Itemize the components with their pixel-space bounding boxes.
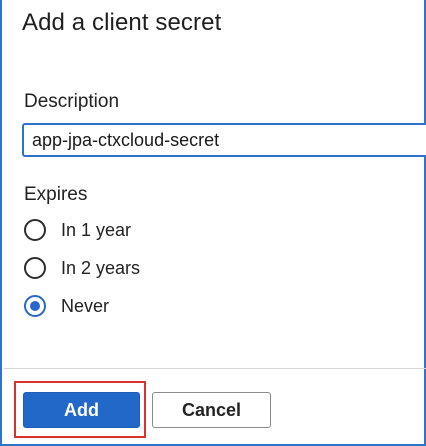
expires-option-1-year[interactable]: In 1 year xyxy=(24,217,131,243)
radio-label: In 1 year xyxy=(61,219,132,240)
footer-divider xyxy=(4,368,426,369)
radio-label: In 2 years xyxy=(61,257,141,278)
radio-button[interactable] xyxy=(24,219,46,241)
expires-option-2-years[interactable]: In 2 years xyxy=(24,255,140,281)
add-button[interactable]: Add xyxy=(23,392,140,428)
radio-button[interactable] xyxy=(24,257,46,279)
expires-option-never[interactable]: Never xyxy=(24,293,109,319)
radio-selected-dot xyxy=(30,301,40,311)
radio-label: Never xyxy=(61,295,110,316)
panel-title: Add a client secret xyxy=(22,9,222,36)
expires-label: Expires xyxy=(24,184,88,205)
radio-button-selected[interactable] xyxy=(24,295,46,317)
description-input[interactable]: app-jpa-ctxcloud-secret xyxy=(22,123,426,157)
cancel-button[interactable]: Cancel xyxy=(152,392,271,428)
description-label: Description xyxy=(24,91,120,112)
client-secret-panel: Add a client secret Description app-jpa-… xyxy=(0,0,426,446)
